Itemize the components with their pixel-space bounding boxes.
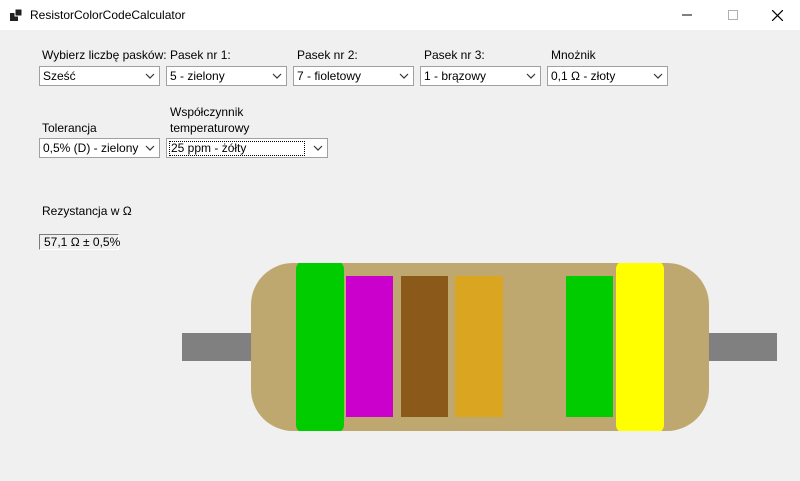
- tolerance-stripe: [566, 276, 613, 417]
- band3-select[interactable]: 1 - brązowy: [420, 66, 541, 86]
- band3-stripe: [401, 276, 448, 417]
- band2-label: Pasek nr 2:: [297, 48, 358, 62]
- multiplier-stripe: [455, 276, 503, 417]
- chevron-down-icon: [653, 73, 663, 79]
- resistor-lead-left: [182, 333, 252, 361]
- band1-value: 5 - zielony: [170, 69, 225, 83]
- close-button[interactable]: [754, 0, 800, 30]
- minimize-button[interactable]: [664, 0, 710, 30]
- tolerance-label: Tolerancja: [42, 121, 97, 135]
- resistance-label: Rezystancja w Ω: [42, 204, 132, 218]
- app-window-icon: [10, 9, 22, 21]
- chevron-down-icon: [399, 73, 409, 79]
- multiplier-value: 0,1 Ω - złoty: [551, 69, 616, 83]
- band2-select[interactable]: 7 - fioletowy: [293, 66, 414, 86]
- band2-stripe: [346, 276, 393, 417]
- band2-value: 7 - fioletowy: [297, 69, 362, 83]
- band-count-value: Sześć: [43, 69, 76, 83]
- chevron-down-icon: [272, 73, 282, 79]
- band3-label: Pasek nr 3:: [424, 48, 485, 62]
- chevron-down-icon: [145, 145, 155, 151]
- close-icon: [771, 9, 783, 21]
- tolerance-select[interactable]: 0,5% (D) - zielony: [39, 138, 160, 158]
- chevron-down-icon: [313, 145, 323, 151]
- multiplier-select[interactable]: 0,1 Ω - złoty: [547, 66, 668, 86]
- chevron-down-icon: [145, 73, 155, 79]
- temp-coeff-label-line2: temperaturowy: [170, 121, 250, 135]
- temp-coeff-stripe: [616, 263, 664, 431]
- resistance-value: 57,1 Ω ± 0,5%: [44, 235, 121, 249]
- band-count-select[interactable]: Sześć: [39, 66, 160, 86]
- resistance-output: 57,1 Ω ± 0,5%: [39, 234, 121, 250]
- window-title: ResistorColorCodeCalculator: [30, 8, 186, 22]
- title-bar: ResistorColorCodeCalculator: [0, 0, 800, 30]
- band1-stripe: [296, 263, 344, 431]
- minimize-icon: [682, 14, 692, 16]
- band1-label: Pasek nr 1:: [170, 48, 231, 62]
- resistor-lead-right: [708, 333, 777, 361]
- tolerance-value: 0,5% (D) - zielony: [43, 141, 139, 155]
- chevron-down-icon: [526, 73, 536, 79]
- multiplier-label: Mnożnik: [551, 48, 596, 62]
- temp-coeff-label-line1: Współczynnik: [170, 105, 244, 119]
- temp-coeff-select[interactable]: 25 ppm - żółty: [166, 138, 328, 158]
- band-count-label: Wybierz liczbę pasków:: [42, 48, 167, 62]
- temp-coeff-value: 25 ppm - żółty: [169, 141, 305, 156]
- resistor-body: [251, 263, 709, 431]
- maximize-button[interactable]: [710, 0, 756, 30]
- band1-select[interactable]: 5 - zielony: [166, 66, 287, 86]
- band3-value: 1 - brązowy: [424, 69, 487, 83]
- maximize-icon: [728, 10, 738, 20]
